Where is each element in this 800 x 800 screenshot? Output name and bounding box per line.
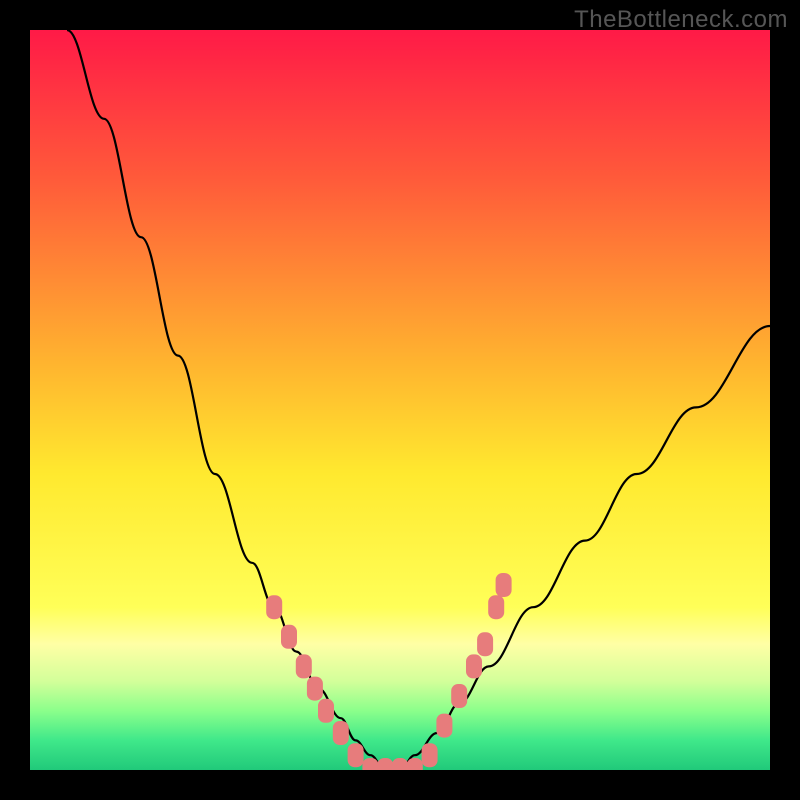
curve-marker xyxy=(477,632,493,656)
curve-marker xyxy=(266,595,282,619)
curve-marker xyxy=(392,758,408,770)
curve-marker xyxy=(307,677,323,701)
curve-marker xyxy=(377,758,393,770)
curve-marker xyxy=(451,684,467,708)
curve-marker xyxy=(333,721,349,745)
curve-marker xyxy=(407,758,423,770)
plot-area xyxy=(30,30,770,770)
curve-marker xyxy=(348,743,364,767)
curve-marker xyxy=(362,758,378,770)
curve-marker xyxy=(422,743,438,767)
curve-marker xyxy=(318,699,334,723)
chart-frame: TheBottleneck.com xyxy=(0,0,800,800)
gradient-background xyxy=(30,30,770,770)
chart-svg xyxy=(30,30,770,770)
curve-marker xyxy=(296,654,312,678)
curve-marker xyxy=(281,625,297,649)
curve-marker xyxy=(466,654,482,678)
curve-marker xyxy=(488,595,504,619)
watermark-text: TheBottleneck.com xyxy=(574,6,788,34)
curve-marker xyxy=(496,573,512,597)
curve-marker xyxy=(436,714,452,738)
